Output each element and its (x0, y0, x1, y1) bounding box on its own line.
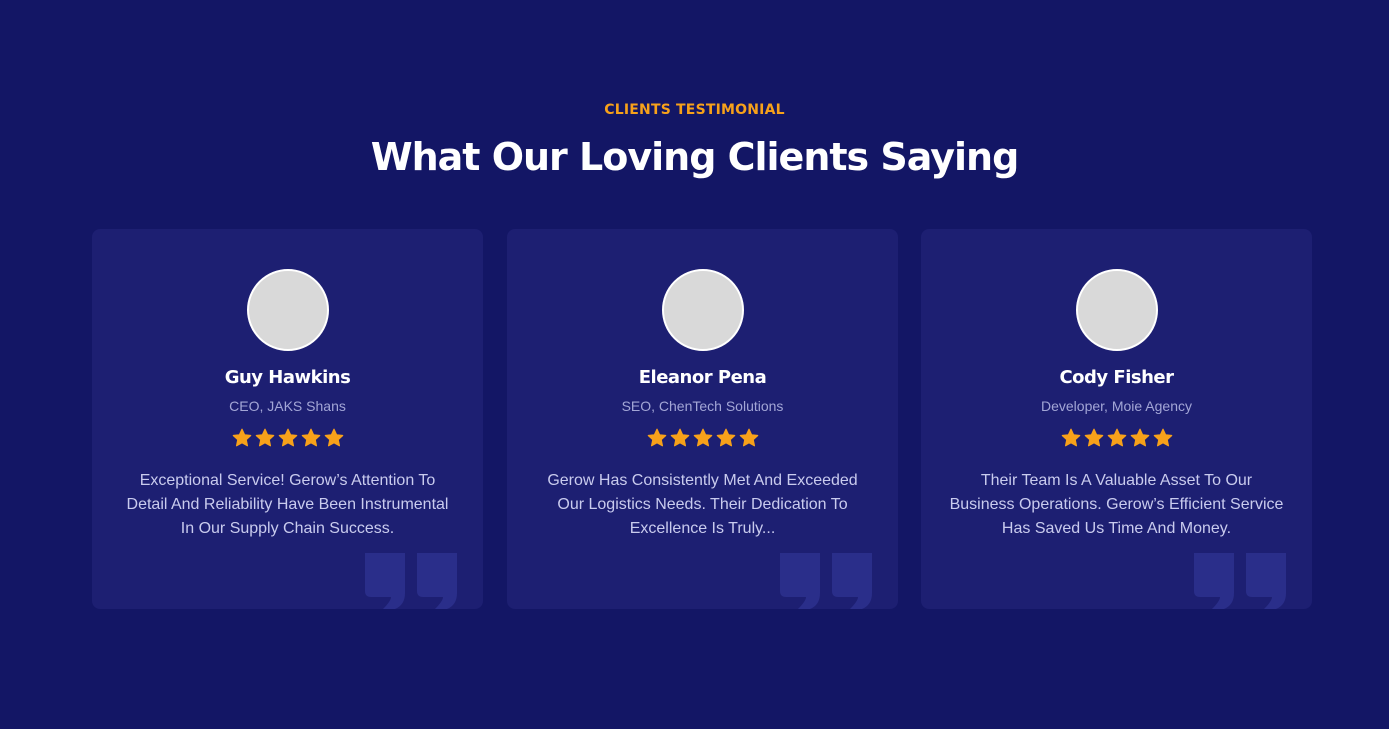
testimonial-card: Eleanor Pena SEO, ChenTech Solutions Ger… (507, 229, 898, 609)
client-role: CEO, JAKS Shans (229, 398, 346, 414)
testimonial-card: Cody Fisher Developer, Moie Agency Their… (921, 229, 1312, 609)
testimonial-header: CLIENTS TESTIMONIAL What Our Loving Clie… (0, 100, 1389, 180)
avatar (246, 269, 329, 351)
star-rating (507, 428, 898, 450)
star-icon (1061, 428, 1080, 447)
star-icon (1107, 428, 1126, 447)
avatar (661, 269, 744, 351)
star-icon (1084, 428, 1103, 447)
section-eyebrow: CLIENTS TESTIMONIAL (604, 102, 785, 118)
star-icon (1153, 428, 1172, 447)
client-name: Guy Hawkins (224, 367, 351, 388)
star-rating (921, 428, 1312, 450)
testimonial-quote: Exceptional Service! Gerow’s Attention T… (126, 472, 449, 537)
avatar (1075, 269, 1158, 351)
star-icon (1130, 428, 1149, 447)
client-name: Cody Fisher (1059, 367, 1174, 388)
star-icon (255, 428, 274, 447)
testimonial-quote: Their Team Is A Valuable Asset To Our Bu… (949, 472, 1284, 537)
section-title: What Our Loving Clients Saying (370, 135, 1020, 179)
client-name: Eleanor Pena (638, 367, 767, 388)
star-icon (670, 428, 689, 447)
star-icon (232, 428, 251, 447)
star-rating (92, 428, 483, 450)
star-icon (301, 428, 320, 447)
star-icon (324, 428, 343, 447)
quote-icon (365, 553, 457, 609)
client-role: SEO, ChenTech Solutions (621, 398, 784, 414)
quote-icon (1194, 553, 1286, 609)
star-icon (716, 428, 735, 447)
testimonial-card: Guy Hawkins CEO, JAKS Shans Exceptional … (92, 229, 483, 609)
star-icon (739, 428, 758, 447)
star-icon (647, 428, 666, 447)
quote-icon (780, 553, 872, 609)
star-icon (278, 428, 297, 447)
client-role: Developer, Moie Agency (1041, 398, 1192, 414)
testimonial-quote: Gerow Has Consistently Met And Exceeded … (547, 472, 858, 537)
testimonial-cards: Guy Hawkins CEO, JAKS Shans Exceptional … (92, 229, 1312, 609)
star-icon (693, 428, 712, 447)
